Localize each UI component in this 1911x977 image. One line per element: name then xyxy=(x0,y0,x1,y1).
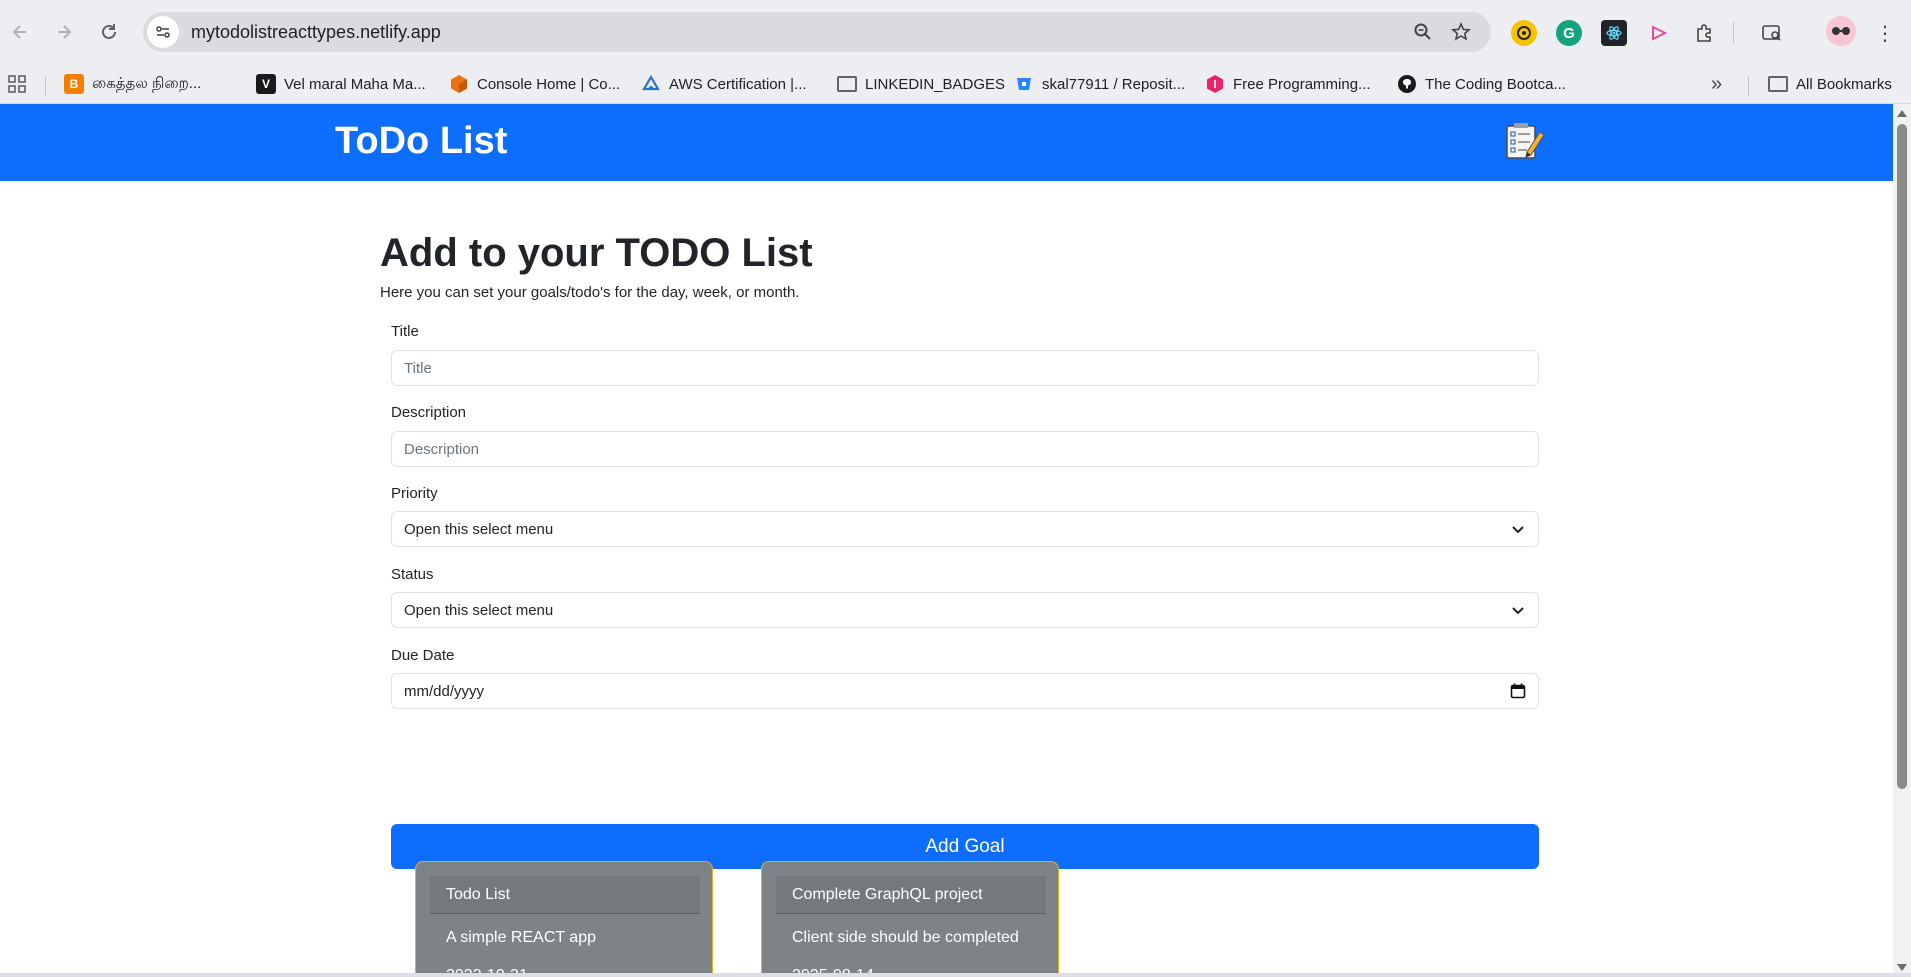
extension-pink-arrow-icon[interactable] xyxy=(1646,20,1672,46)
window-bottom-edge xyxy=(0,973,1911,977)
forward-arrow-icon xyxy=(58,25,72,39)
priority-select[interactable]: Open this select menu xyxy=(391,511,1539,547)
title-label: Title xyxy=(391,323,419,340)
folder-icon xyxy=(837,76,857,92)
app-navbar: ToDo List xyxy=(0,104,1893,181)
aws-cube-icon xyxy=(449,74,469,94)
extension-yellow-icon[interactable] xyxy=(1511,20,1537,46)
bookmark-label: skal77911 / Reposit... xyxy=(1042,75,1186,93)
all-bookmarks-button[interactable]: All Bookmarks xyxy=(1768,72,1892,96)
site-info-icon[interactable] xyxy=(147,16,179,48)
todo-card: Todo List A simple REACT app 2023-10-31 xyxy=(415,861,713,977)
title-input[interactable] xyxy=(404,351,1526,385)
todo-card-title: Complete GraphQL project xyxy=(776,876,1046,914)
page-subtitle: Here you can set your goals/todo's for t… xyxy=(380,284,800,301)
bookmarks-bar: B கைத்தல நிறை... V Vel maral Maha Ma... … xyxy=(0,64,1911,104)
bookmark-item[interactable]: V Vel maral Maha Ma... xyxy=(256,72,426,96)
address-bar[interactable]: mytodolistreacttypes.netlify.app xyxy=(143,12,1491,52)
status-select-value: Open this select menu xyxy=(404,601,554,619)
bookmark-folder[interactable]: LINKEDIN_BADGES xyxy=(837,72,1005,96)
url-text[interactable]: mytodolistreacttypes.netlify.app xyxy=(191,22,441,43)
bookmarks-overflow-button[interactable]: » xyxy=(1711,72,1722,96)
page-scrollbar[interactable] xyxy=(1893,104,1911,977)
bookmark-star-icon[interactable] xyxy=(1449,20,1473,44)
status-label: Status xyxy=(391,566,434,583)
bookmark-label: AWS Certification |... xyxy=(669,75,807,93)
toolbar-divider xyxy=(1733,22,1734,44)
reload-icon xyxy=(102,24,116,39)
browser-menu-icon[interactable]: ⋮ xyxy=(1872,20,1898,46)
bookmark-label: Free Programming... xyxy=(1233,75,1371,93)
bookmarks-divider xyxy=(1748,76,1749,96)
title-field[interactable] xyxy=(391,350,1539,386)
grammarly-icon[interactable]: G xyxy=(1556,20,1582,46)
chevron-double-right-icon: » xyxy=(1711,72,1723,95)
bookmarks-divider xyxy=(45,76,46,96)
bookmark-item[interactable]: The Coding Bootca... xyxy=(1397,72,1566,96)
cube-pink-icon xyxy=(1205,74,1225,94)
calendar-icon[interactable] xyxy=(1510,683,1526,699)
profile-avatar[interactable] xyxy=(1826,16,1856,46)
bookmark-item[interactable]: Free Programming... xyxy=(1205,72,1371,96)
bookmark-item[interactable]: AWS Certification |... xyxy=(641,72,807,96)
extensions-puzzle-icon[interactable] xyxy=(1691,20,1717,46)
bookmark-item[interactable]: skal77911 / Reposit... xyxy=(1014,72,1185,96)
tab-search-icon[interactable] xyxy=(1759,20,1785,46)
due-date-input[interactable]: mm/dd/yyyy xyxy=(391,673,1539,709)
react-devtools-icon[interactable] xyxy=(1601,20,1627,46)
back-arrow-icon xyxy=(12,25,26,39)
reload-button[interactable] xyxy=(91,14,127,50)
vel-icon: V xyxy=(256,74,276,94)
scroll-up-arrow-icon[interactable] xyxy=(1897,110,1907,117)
zoom-icon[interactable] xyxy=(1411,20,1435,44)
scroll-thumb[interactable] xyxy=(1897,124,1907,789)
aws-cert-icon xyxy=(641,74,661,94)
bookmark-label: Console Home | Co... xyxy=(477,75,621,93)
description-label: Description xyxy=(391,404,467,421)
bookmark-label: கைத்தல நிறை... xyxy=(92,74,202,92)
status-select[interactable]: Open this select menu xyxy=(391,592,1539,628)
back-button[interactable] xyxy=(2,14,38,50)
brand-title[interactable]: ToDo List xyxy=(335,120,507,163)
page-viewport: ToDo List Add to your TODO List Here you… xyxy=(0,104,1893,977)
description-field[interactable] xyxy=(391,431,1539,467)
priority-select-value: Open this select menu xyxy=(404,520,554,538)
folder-icon xyxy=(1768,76,1788,92)
todo-card-description: A simple REACT app xyxy=(446,929,596,946)
todo-card-title: Todo List xyxy=(430,876,700,914)
bitbucket-icon xyxy=(1014,74,1034,94)
scroll-down-arrow-icon[interactable] xyxy=(1897,964,1907,971)
apps-grid-icon[interactable] xyxy=(8,72,26,96)
blogger-icon: B xyxy=(64,74,84,94)
notepad-pencil-icon xyxy=(1506,123,1545,159)
todo-card: Complete GraphQL project Client side sho… xyxy=(761,861,1059,977)
bookmark-item[interactable]: Console Home | Co... xyxy=(449,72,620,96)
priority-label: Priority xyxy=(391,485,438,502)
github-icon xyxy=(1397,74,1417,94)
todo-card-description: Client side should be completed xyxy=(792,929,1019,946)
bookmark-label: The Coding Bootca... xyxy=(1425,75,1566,93)
chevron-down-icon xyxy=(1510,521,1526,537)
due-date-value: mm/dd/yyyy xyxy=(404,682,485,700)
glasses-icon xyxy=(1832,27,1850,35)
bookmark-item[interactable]: B கைத்தல நிறை... xyxy=(64,72,201,96)
browser-toolbar: mytodolistreacttypes.netlify.app G ⋮ xyxy=(0,0,1911,64)
all-bookmarks-label: All Bookmarks xyxy=(1796,75,1892,93)
bookmark-label: LINKEDIN_BADGES xyxy=(865,75,1006,93)
description-input[interactable] xyxy=(404,432,1526,466)
chevron-down-icon xyxy=(1510,602,1526,618)
forward-button[interactable] xyxy=(46,14,82,50)
due-date-label: Due Date xyxy=(391,647,455,664)
page-title: Add to your TODO List xyxy=(380,231,813,275)
bookmark-label: Vel maral Maha Ma... xyxy=(284,75,426,93)
